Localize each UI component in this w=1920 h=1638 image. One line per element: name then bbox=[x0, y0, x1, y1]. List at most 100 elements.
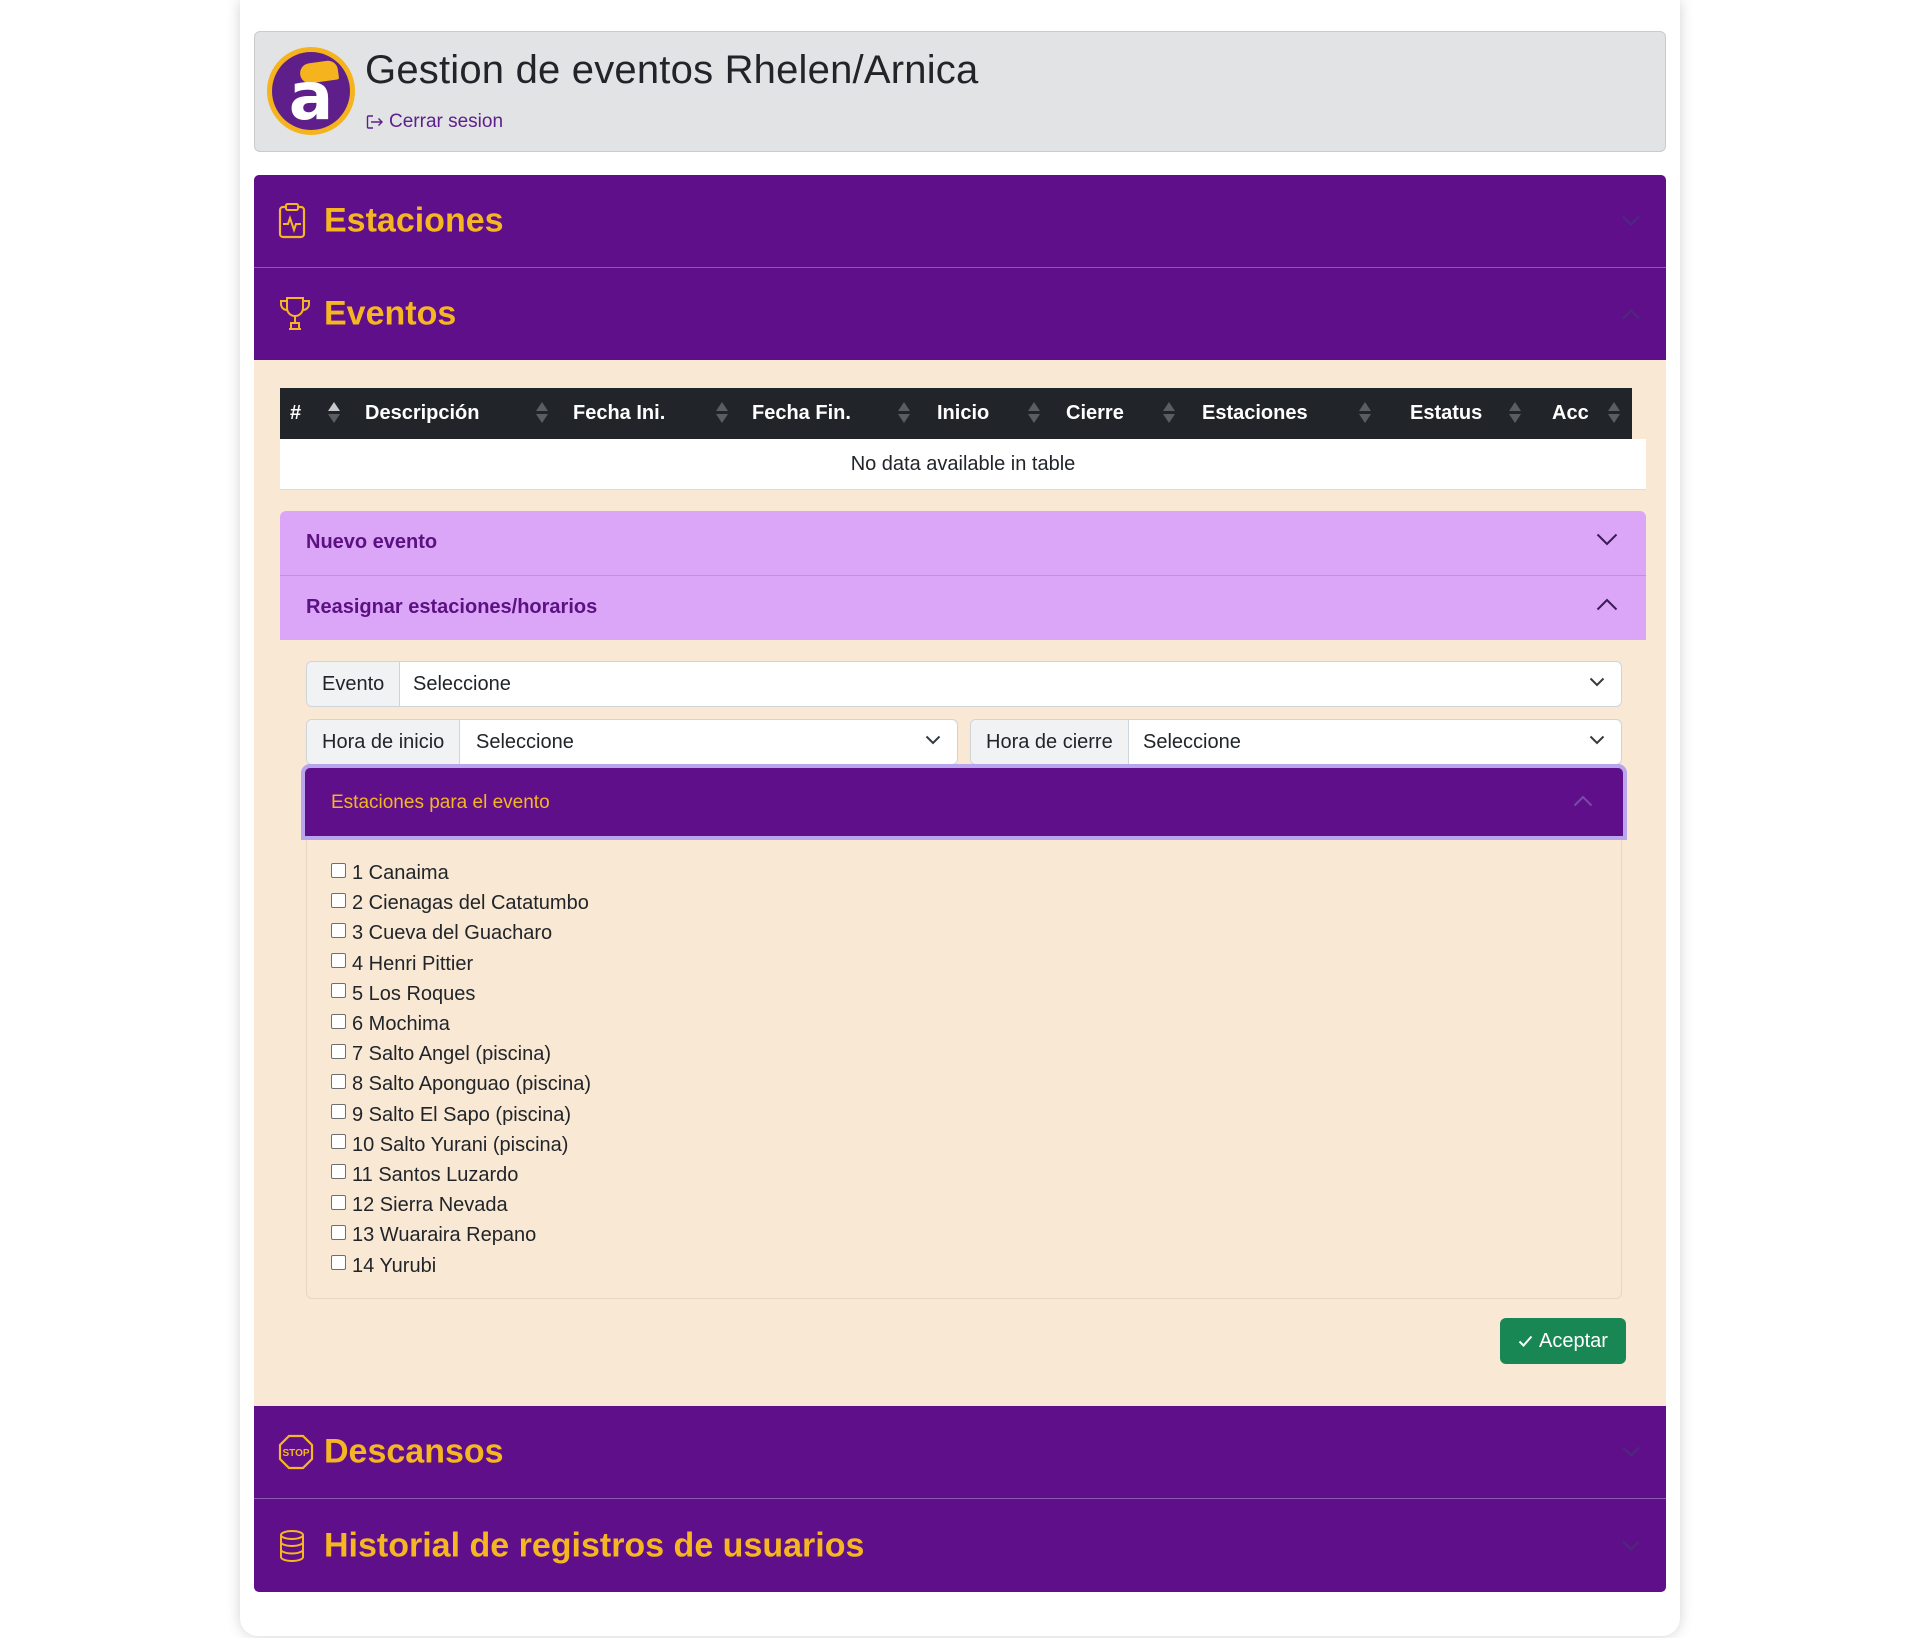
accordion-reasignar[interactable]: Reasignar estaciones/horarios bbox=[280, 576, 1646, 640]
col-header-estaciones[interactable]: Estaciones bbox=[1202, 388, 1308, 439]
station-checkbox[interactable] bbox=[331, 1043, 346, 1059]
sort-icon[interactable] bbox=[716, 402, 728, 426]
accordion-estaciones[interactable]: Estaciones bbox=[254, 175, 1666, 267]
list-item: 9 Salto El Sapo (piscina) bbox=[331, 1100, 591, 1130]
sort-icon[interactable] bbox=[898, 402, 910, 426]
eventos-panel: # Descripción Fecha Ini. Fecha Fin. Inic… bbox=[254, 360, 1666, 1406]
accordion-title: Historial de registros de usuarios bbox=[324, 1526, 865, 1564]
app-header: a Gestion de eventos Rhelen/Arnica Cerra… bbox=[254, 31, 1666, 152]
list-item: 2 Cienagas del Catatumbo bbox=[331, 888, 591, 918]
accordion-title: Eventos bbox=[324, 294, 457, 333]
station-checkbox[interactable] bbox=[331, 862, 346, 878]
list-item: 13 Wuaraira Repano bbox=[331, 1220, 591, 1250]
chevron-down-icon bbox=[1622, 1446, 1640, 1457]
accordion-descansos[interactable]: STOP Descansos bbox=[254, 1406, 1666, 1498]
hora-cierre-input-group: Hora de cierre Seleccione bbox=[970, 719, 1622, 765]
station-label[interactable]: 12 Sierra Nevada bbox=[352, 1190, 508, 1220]
col-header-number[interactable]: # bbox=[290, 388, 301, 439]
trophy-icon bbox=[280, 297, 310, 330]
station-checkbox[interactable] bbox=[331, 953, 346, 969]
chevron-down-icon bbox=[1589, 735, 1605, 745]
sort-asc-icon[interactable] bbox=[328, 402, 340, 426]
sort-icon[interactable] bbox=[1163, 402, 1175, 426]
accordion-estaciones-evento[interactable]: Estaciones para el evento bbox=[305, 768, 1623, 836]
station-label[interactable]: 10 Salto Yurani (piscina) bbox=[352, 1130, 568, 1160]
accordion-title: Estaciones bbox=[324, 201, 504, 240]
accordion-historial[interactable]: Historial de registros de usuarios bbox=[254, 1499, 1666, 1592]
logout-link[interactable]: Cerrar sesion bbox=[366, 111, 503, 133]
list-item: 14 Yurubi bbox=[331, 1250, 591, 1280]
sort-icon[interactable] bbox=[1509, 402, 1521, 426]
accordion-nuevo-evento[interactable]: Nuevo evento bbox=[280, 511, 1646, 576]
station-checkbox[interactable] bbox=[331, 1224, 346, 1240]
station-label[interactable]: 1 Canaima bbox=[352, 858, 449, 888]
sort-icon[interactable] bbox=[536, 402, 548, 426]
chevron-down-icon bbox=[1596, 533, 1618, 546]
station-label[interactable]: 5 Los Roques bbox=[352, 979, 475, 1009]
chevron-up-icon bbox=[1596, 598, 1618, 611]
col-header-acc[interactable]: Acc bbox=[1552, 388, 1589, 439]
col-header-fecha-ini[interactable]: Fecha Ini. bbox=[573, 388, 665, 439]
hora-cierre-select[interactable]: Seleccione bbox=[1128, 720, 1621, 764]
sort-icon[interactable] bbox=[1359, 402, 1371, 426]
station-label[interactable]: 8 Salto Aponguao (piscina) bbox=[352, 1069, 591, 1099]
station-checkbox[interactable] bbox=[331, 983, 346, 999]
chevron-up-icon bbox=[1622, 309, 1640, 320]
logo-inner: a bbox=[272, 52, 350, 130]
evento-select[interactable]: Seleccione bbox=[398, 662, 1621, 706]
events-table-header: # Descripción Fecha Ini. Fecha Fin. Inic… bbox=[280, 388, 1632, 439]
estaciones-evento-card: Estaciones para el evento 1 Canaima 2 Ci… bbox=[305, 768, 1623, 1299]
station-label[interactable]: 4 Henri Pittier bbox=[352, 949, 473, 979]
col-header-descripcion[interactable]: Descripción bbox=[365, 388, 479, 439]
sort-icon[interactable] bbox=[1028, 402, 1040, 426]
chevron-down-icon bbox=[1622, 215, 1640, 226]
chevron-up-icon bbox=[1573, 795, 1593, 807]
col-header-inicio[interactable]: Inicio bbox=[937, 388, 989, 439]
station-label[interactable]: 9 Salto El Sapo (piscina) bbox=[352, 1100, 571, 1130]
station-checkbox[interactable] bbox=[331, 1255, 346, 1271]
station-checkbox[interactable] bbox=[331, 1194, 346, 1210]
col-header-fecha-fin[interactable]: Fecha Fin. bbox=[752, 388, 851, 439]
sort-icon[interactable] bbox=[1608, 402, 1620, 426]
aceptar-button[interactable]: Aceptar bbox=[1500, 1318, 1626, 1364]
station-checkbox[interactable] bbox=[331, 1013, 346, 1029]
evento-input-group: Evento Seleccione bbox=[306, 661, 1622, 707]
station-checkbox[interactable] bbox=[331, 922, 346, 938]
page-container: a Gestion de eventos Rhelen/Arnica Cerra… bbox=[240, 0, 1680, 1636]
svg-text:STOP: STOP bbox=[282, 1448, 309, 1459]
station-label[interactable]: 14 Yurubi bbox=[352, 1251, 436, 1281]
list-item: 8 Salto Aponguao (piscina) bbox=[331, 1069, 591, 1099]
aceptar-label: Aceptar bbox=[1539, 1329, 1608, 1352]
station-checkbox[interactable] bbox=[331, 1134, 346, 1150]
reasignar-panel: Evento Seleccione Hora de inicio Selecci… bbox=[280, 640, 1646, 1381]
hora-inicio-input-group: Hora de inicio Seleccione bbox=[306, 719, 958, 765]
station-label[interactable]: 7 Salto Angel (piscina) bbox=[352, 1039, 551, 1069]
col-header-cierre[interactable]: Cierre bbox=[1066, 388, 1124, 439]
station-checkbox[interactable] bbox=[331, 1104, 346, 1120]
list-item: 3 Cueva del Guacharo bbox=[331, 918, 591, 948]
list-item: 11 Santos Luzardo bbox=[331, 1160, 591, 1190]
col-header-estatus[interactable]: Estatus bbox=[1410, 388, 1482, 439]
list-item: 10 Salto Yurani (piscina) bbox=[331, 1130, 591, 1160]
evento-label: Evento bbox=[307, 662, 401, 706]
clipboard-pulse-icon bbox=[278, 203, 306, 239]
event-forms-accordion: Nuevo evento Reasignar estaciones/horari… bbox=[280, 511, 1646, 1381]
station-label[interactable]: 3 Cueva del Guacharo bbox=[352, 918, 552, 948]
list-item: 4 Henri Pittier bbox=[331, 949, 591, 979]
database-icon bbox=[280, 1529, 304, 1562]
accordion-eventos[interactable]: Eventos bbox=[254, 268, 1666, 360]
chevron-down-icon bbox=[925, 735, 941, 745]
station-checkbox[interactable] bbox=[331, 1073, 346, 1089]
accordion-label: Reasignar estaciones/horarios bbox=[306, 596, 598, 618]
station-label[interactable]: 13 Wuaraira Repano bbox=[352, 1220, 536, 1250]
station-label[interactable]: 11 Santos Luzardo bbox=[352, 1160, 518, 1190]
station-label[interactable]: 6 Mochima bbox=[352, 1009, 450, 1039]
station-checkbox[interactable] bbox=[331, 892, 346, 908]
chevron-down-icon bbox=[1622, 1540, 1640, 1551]
check-icon bbox=[1518, 1335, 1533, 1347]
hora-inicio-select-value: Seleccione bbox=[476, 731, 574, 753]
accordion-label: Estaciones para el evento bbox=[331, 792, 550, 813]
station-checkbox[interactable] bbox=[331, 1164, 346, 1180]
hora-inicio-select[interactable]: Seleccione bbox=[461, 720, 957, 764]
station-label[interactable]: 2 Cienagas del Catatumbo bbox=[352, 888, 589, 918]
